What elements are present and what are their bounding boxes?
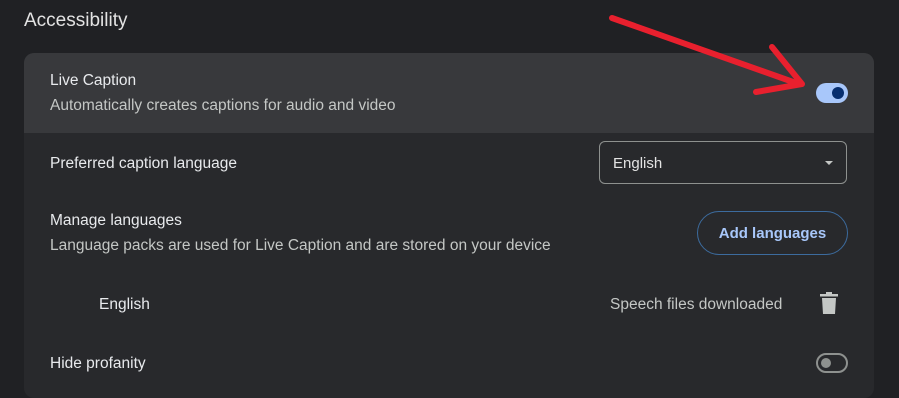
page-title: Accessibility: [24, 10, 128, 31]
toggle-knob: [832, 87, 844, 99]
caption-language-select[interactable]: English: [599, 141, 847, 184]
live-caption-title: Live Caption: [50, 72, 137, 89]
manage-languages-title: Manage languages: [50, 212, 182, 229]
language-pack-status: Speech files downloaded: [610, 296, 783, 313]
chevron-down-icon: [825, 161, 833, 165]
caption-language-label: Preferred caption language: [50, 155, 237, 172]
live-caption-subtitle: Automatically creates captions for audio…: [50, 97, 396, 114]
toggle-knob: [821, 358, 831, 368]
live-caption-toggle[interactable]: [816, 83, 848, 103]
accessibility-card: Live Caption Automatically creates capti…: [24, 53, 874, 398]
language-pack-name: English: [99, 296, 150, 313]
hide-profanity-label: Hide profanity: [50, 355, 146, 372]
trash-icon[interactable]: [820, 292, 838, 314]
live-caption-row[interactable]: Live Caption Automatically creates capti…: [24, 53, 874, 133]
add-languages-button[interactable]: Add languages: [697, 211, 848, 255]
hide-profanity-toggle[interactable]: [816, 353, 848, 373]
manage-languages-subtitle: Language packs are used for Live Caption…: [50, 237, 551, 254]
caption-language-value: English: [613, 155, 663, 172]
